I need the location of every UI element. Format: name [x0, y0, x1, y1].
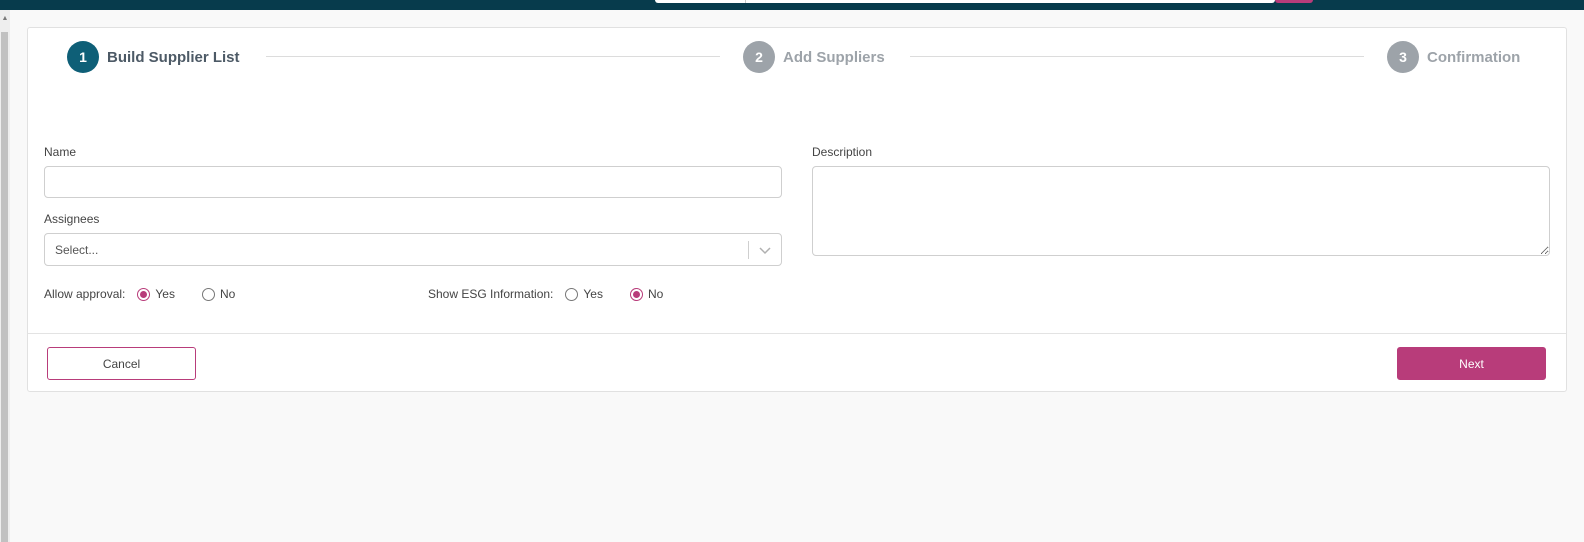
- header-search-button[interactable]: [1275, 0, 1313, 3]
- step-connector: [910, 56, 1364, 57]
- step-add-suppliers: 2 Add Suppliers: [743, 40, 885, 74]
- assignees-select[interactable]: Select...: [44, 233, 782, 266]
- description-textarea[interactable]: [812, 166, 1550, 256]
- name-input[interactable]: [44, 166, 782, 198]
- step-number-badge: 1: [67, 41, 99, 73]
- step-confirmation: 3 Confirmation: [1387, 40, 1520, 74]
- select-separator: [748, 241, 749, 259]
- radio-unchecked-icon[interactable]: [565, 287, 579, 301]
- allow-approval-group: Allow approval: Yes No: [44, 286, 262, 302]
- assignees-label: Assignees: [44, 212, 100, 226]
- step-number-badge: 2: [743, 41, 775, 73]
- radio-option-label: Yes: [155, 287, 175, 301]
- step-build-supplier-list: 1 Build Supplier List: [67, 40, 240, 74]
- step-connector: [266, 56, 720, 57]
- name-label: Name: [44, 145, 77, 159]
- assignees-placeholder: Select...: [55, 243, 99, 257]
- show-esg-label: Show ESG Information:: [428, 287, 554, 301]
- radio-option-label: No: [219, 287, 236, 301]
- allow-approval-label: Allow approval:: [44, 287, 126, 301]
- allow-approval-no-radio[interactable]: No: [201, 287, 236, 301]
- chevron-down-icon[interactable]: [758, 243, 772, 257]
- radio-option-label: Yes: [583, 287, 603, 301]
- show-esg-yes-radio[interactable]: Yes: [565, 287, 603, 301]
- vertical-scrollbar[interactable]: ▲: [0, 10, 10, 542]
- top-header-bar: [0, 0, 1584, 10]
- step-label: Add Suppliers: [783, 48, 885, 66]
- radio-checked-icon[interactable]: [137, 287, 151, 301]
- radio-checked-icon[interactable]: [629, 287, 643, 301]
- show-esg-group: Show ESG Information: Yes No: [428, 286, 690, 302]
- scroll-up-arrow-icon[interactable]: ▲: [0, 14, 10, 24]
- step-number-badge: 3: [1387, 41, 1419, 73]
- footer-divider: [28, 333, 1566, 334]
- step-label: Build Supplier List: [107, 48, 240, 66]
- description-label: Description: [812, 145, 873, 159]
- scrollbar-thumb[interactable]: [1, 32, 8, 542]
- header-search-divider: [745, 0, 746, 3]
- radio-unchecked-icon[interactable]: [201, 287, 215, 301]
- next-button[interactable]: Next: [1397, 347, 1546, 380]
- radio-option-label: No: [647, 287, 664, 301]
- step-label: Confirmation: [1427, 48, 1521, 66]
- allow-approval-yes-radio[interactable]: Yes: [137, 287, 175, 301]
- header-search-field[interactable]: [655, 0, 1275, 3]
- show-esg-no-radio[interactable]: No: [629, 287, 664, 301]
- cancel-button[interactable]: Cancel: [47, 347, 196, 380]
